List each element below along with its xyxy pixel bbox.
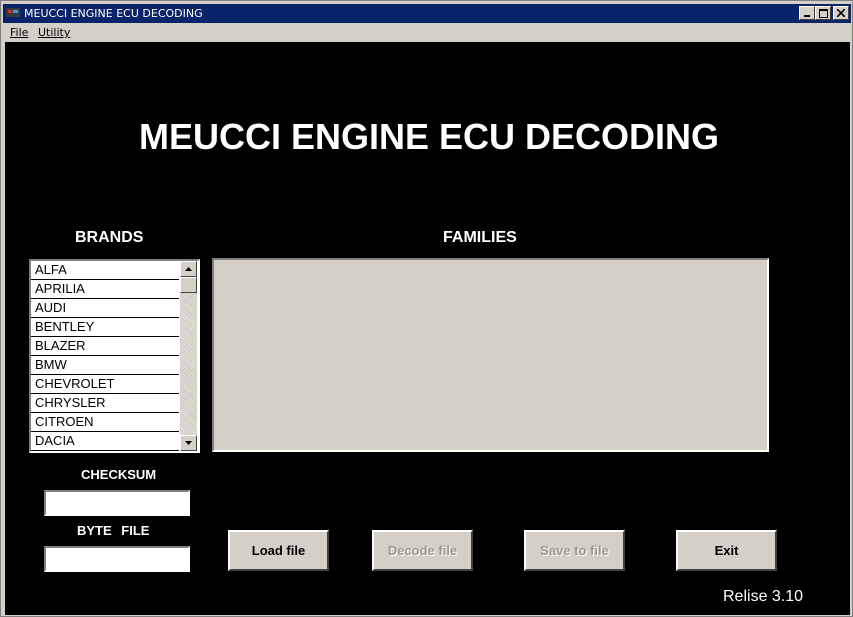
families-label: FAMILIES <box>443 229 517 246</box>
list-item[interactable]: CHEVROLET <box>31 375 179 394</box>
window-title: MEUCCI ENGINE ECU DECODING <box>24 7 203 20</box>
maximize-icon <box>818 8 828 18</box>
app-window: MEUCCI ENGINE ECU DECODING File Utility … <box>0 0 853 617</box>
save-to-file-button[interactable]: Save to file <box>524 530 625 571</box>
menu-utility-label: Utility <box>38 26 71 39</box>
list-item[interactable]: APRILIA <box>31 280 179 299</box>
list-item[interactable]: AUDI <box>31 299 179 318</box>
byte-file-label: BYTE FILE <box>77 523 150 538</box>
list-item[interactable]: CITROEN <box>31 413 179 432</box>
version-label: Relise 3.10 <box>723 588 804 605</box>
checksum-label: CHECKSUM <box>81 467 157 482</box>
list-item[interactable]: ALFA <box>31 261 179 280</box>
brands-scrollbar[interactable] <box>180 261 197 451</box>
menu-bar: File Utility <box>3 24 851 42</box>
main-panel: MEUCCI ENGINE ECU DECODING BRANDS FAMILI… <box>5 42 850 615</box>
brands-label: BRANDS <box>75 229 144 246</box>
close-button[interactable] <box>833 6 849 20</box>
list-item[interactable]: DACIA <box>31 432 179 451</box>
minimize-icon <box>804 15 810 17</box>
brands-list-items: ALFA APRILIA AUDI BENTLEY BLAZER BMW CHEVROLET… <box>31 261 179 451</box>
app-icon[interactable] <box>6 7 20 18</box>
arrow-down-icon <box>185 441 192 445</box>
byte-file-field[interactable] <box>44 546 190 572</box>
scroll-up-button[interactable] <box>180 261 197 277</box>
exit-button[interactable]: Exit <box>676 530 777 571</box>
families-list[interactable] <box>212 258 769 452</box>
load-file-button[interactable]: Load file <box>228 530 329 571</box>
list-item[interactable]: BENTLEY <box>31 318 179 337</box>
title-bar[interactable]: MEUCCI ENGINE ECU DECODING <box>3 4 851 23</box>
scroll-thumb[interactable] <box>180 277 197 293</box>
menu-utility[interactable]: Utility <box>38 26 70 39</box>
checksum-field[interactable] <box>44 490 190 516</box>
list-item[interactable]: CHRYSLER <box>31 394 179 413</box>
menu-file[interactable]: File <box>10 26 28 39</box>
page-title: MEUCCI ENGINE ECU DECODING <box>138 116 720 157</box>
brands-list[interactable]: ALFA APRILIA AUDI BENTLEY BLAZER BMW CHEVROLET… <box>29 259 200 453</box>
list-item[interactable]: BMW <box>31 356 179 375</box>
close-icon <box>837 9 845 17</box>
menu-file-label: File <box>10 26 29 39</box>
maximize-button[interactable] <box>815 6 831 20</box>
minimize-button[interactable] <box>799 6 815 20</box>
arrow-up-icon <box>185 267 192 271</box>
scroll-down-button[interactable] <box>180 435 197 451</box>
list-item[interactable]: BLAZER <box>31 337 179 356</box>
decode-file-button[interactable]: Decode file <box>372 530 473 571</box>
